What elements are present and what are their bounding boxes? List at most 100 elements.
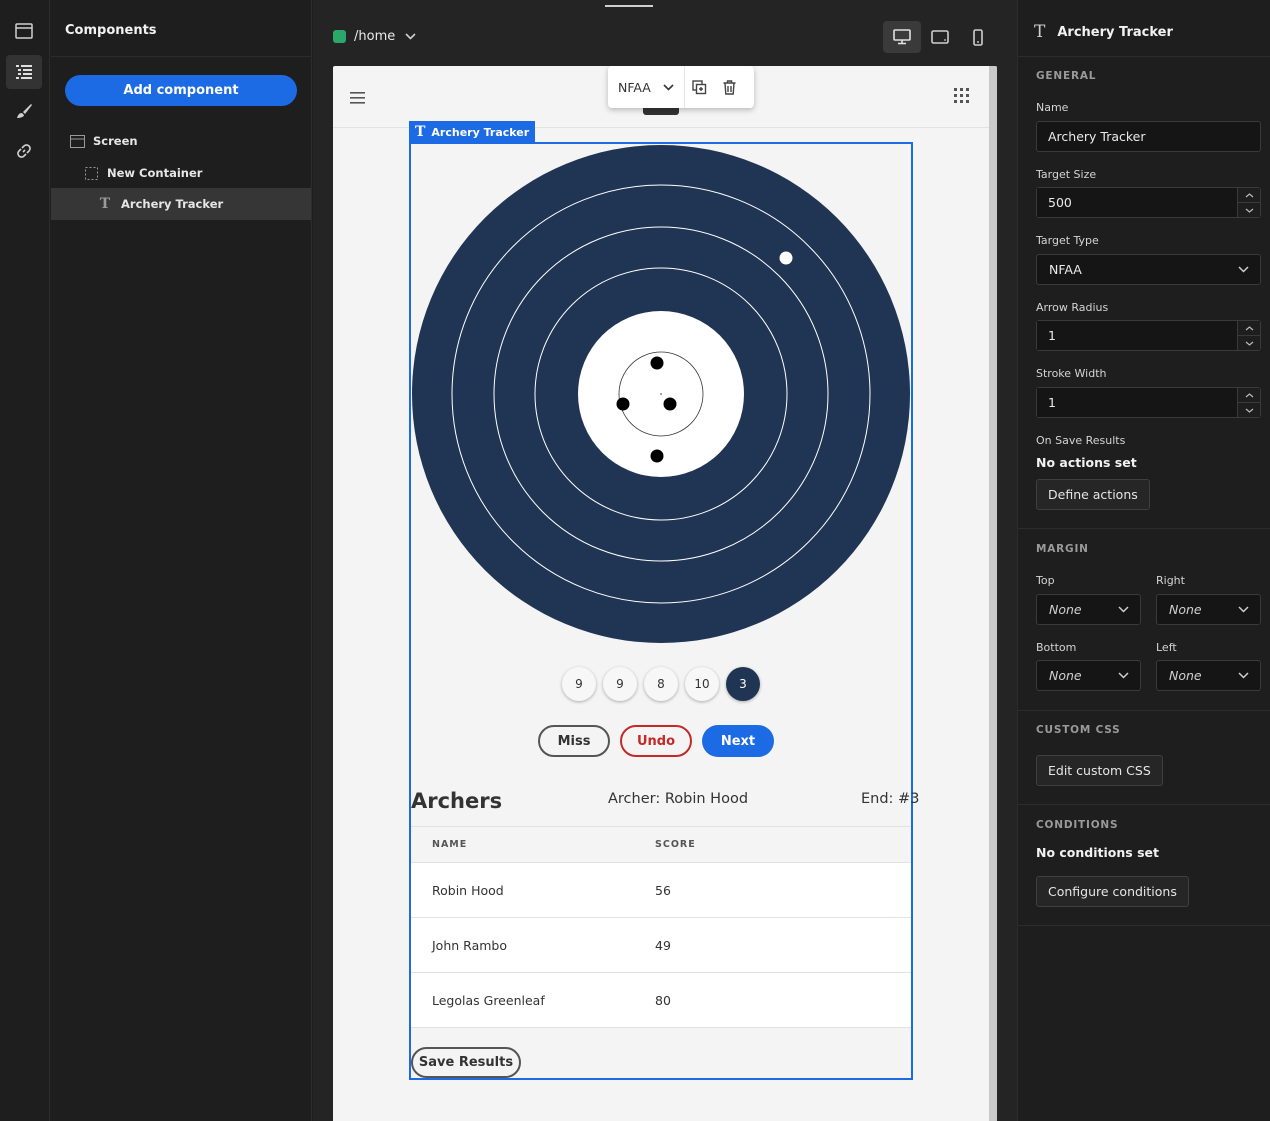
table-row[interactable]: Robin Hood 56 — [411, 863, 911, 918]
properties-title: T Archery Tracker — [1034, 22, 1173, 42]
no-conditions-note: No conditions set — [1036, 845, 1159, 860]
link-icon[interactable] — [6, 134, 42, 168]
target-type-quick-select[interactable]: NFAA — [608, 66, 685, 108]
edit-custom-css-button[interactable]: Edit custom CSS — [1036, 755, 1163, 786]
margin-left-label: Left — [1156, 641, 1177, 654]
selection-label-text: Archery Tracker — [431, 125, 530, 139]
brush-icon[interactable] — [6, 94, 42, 128]
score-chip-current[interactable]: 3 — [726, 667, 760, 701]
table-row[interactable]: John Rambo 49 — [411, 918, 911, 973]
archer-name: Robin Hood — [432, 882, 504, 898]
route-selector[interactable]: /home — [333, 29, 416, 44]
tree-item-archery-tracker[interactable]: T Archery Tracker — [51, 188, 311, 220]
divider — [1018, 804, 1270, 805]
score-chip[interactable]: 8 — [644, 667, 678, 701]
tree-item-screen[interactable]: Screen — [69, 125, 312, 157]
target-size-value[interactable]: 500 — [1037, 188, 1237, 217]
arrow-hit — [663, 397, 677, 411]
column-header-name[interactable]: NAME — [411, 839, 655, 850]
chevron-down-icon[interactable] — [1238, 202, 1260, 217]
undo-button[interactable]: Undo — [620, 725, 692, 757]
screens-icon[interactable] — [6, 14, 42, 48]
margin-bottom-select[interactable]: None — [1036, 660, 1141, 691]
quick-select-value: NFAA — [618, 79, 651, 95]
table-header: NAME SCORE — [411, 827, 911, 863]
mobile-icon[interactable] — [959, 21, 997, 53]
score-chip[interactable]: 9 — [603, 667, 637, 701]
hamburger-menu-icon[interactable] — [350, 89, 366, 108]
duplicate-icon[interactable] — [685, 79, 715, 95]
app-root: Components Add component Screen New Cont… — [0, 0, 1270, 1121]
archer-score: 56 — [655, 882, 671, 898]
archery-target[interactable] — [411, 144, 911, 644]
stepper-arrows — [1237, 188, 1260, 217]
chevron-up-icon[interactable] — [1238, 321, 1260, 335]
properties-panel: T Archery Tracker GENERAL Name Archery T… — [1017, 0, 1270, 1121]
arrow-radius-value[interactable]: 1 — [1037, 321, 1237, 350]
stepper-arrows — [1237, 321, 1260, 350]
score-chip[interactable]: 9 — [562, 667, 596, 701]
archer-score: 49 — [655, 937, 671, 953]
divider — [1018, 528, 1270, 529]
on-save-label: On Save Results — [1036, 434, 1126, 447]
tree-item-label: Archery Tracker — [121, 197, 224, 211]
archer-score: 80 — [655, 992, 671, 1008]
tree-item-new-container[interactable]: New Container — [83, 157, 312, 189]
apps-grid-icon[interactable] — [954, 88, 969, 107]
end-counter: End: #3 — [861, 791, 920, 807]
screen-icon — [69, 133, 85, 149]
target-type-label: Target Type — [1036, 234, 1099, 247]
stroke-width-label: Stroke Width — [1036, 367, 1107, 380]
stroke-width-value[interactable]: 1 — [1037, 388, 1237, 417]
chevron-down-icon — [1238, 606, 1249, 613]
selection-label: T Archery Tracker — [409, 121, 536, 143]
preview-scrollbar[interactable] — [989, 66, 997, 1121]
arrow-radius-stepper[interactable]: 1 — [1036, 320, 1261, 351]
configure-conditions-button[interactable]: Configure conditions — [1036, 876, 1189, 907]
margin-left-value: None — [1169, 668, 1202, 683]
properties-title-text: Archery Tracker — [1057, 24, 1173, 40]
target-center-dot — [660, 393, 662, 395]
score-chip[interactable]: 10 — [685, 667, 719, 701]
miss-button[interactable]: Miss — [538, 725, 610, 757]
define-actions-button[interactable]: Define actions — [1036, 479, 1150, 510]
target-size-stepper[interactable]: 500 — [1036, 187, 1261, 218]
trash-icon[interactable] — [715, 79, 745, 95]
section-heading-conditions: CONDITIONS — [1036, 819, 1119, 831]
end-scores: 9 9 8 10 3 — [562, 667, 767, 701]
drag-handle[interactable] — [643, 108, 679, 115]
chevron-down-icon[interactable] — [1238, 402, 1260, 417]
archers-heading: Archers — [411, 789, 503, 813]
add-component-button[interactable]: Add component — [65, 75, 297, 106]
margin-top-select[interactable]: None — [1036, 594, 1141, 625]
section-heading-custom-css: CUSTOM CSS — [1036, 724, 1121, 736]
chevron-down-icon — [405, 29, 416, 44]
desktop-icon[interactable] — [883, 21, 921, 53]
archers-table: NAME SCORE Robin Hood 56 John Rambo 49 L… — [411, 826, 911, 1028]
app-preview: NFAA T Archery Tracker 9 9 8 10 3 Miss U… — [333, 66, 997, 1121]
component-tree-icon[interactable] — [6, 55, 42, 89]
no-actions-note: No actions set — [1036, 455, 1137, 470]
save-results-button[interactable]: Save Results — [411, 1047, 521, 1078]
archer-name: Legolas Greenleaf — [432, 992, 545, 1008]
chevron-down-icon — [663, 83, 674, 91]
margin-left-select[interactable]: None — [1156, 660, 1261, 691]
tablet-icon[interactable] — [921, 21, 959, 53]
target-type-select[interactable]: NFAA — [1036, 254, 1261, 285]
chevron-down-icon — [1118, 606, 1129, 613]
divider — [1018, 710, 1270, 711]
margin-right-select[interactable]: None — [1156, 594, 1261, 625]
device-switcher — [883, 21, 997, 53]
chevron-up-icon[interactable] — [1238, 388, 1260, 402]
top-indicator — [605, 5, 653, 7]
stroke-width-stepper[interactable]: 1 — [1036, 387, 1261, 418]
table-row[interactable]: Legolas Greenleaf 80 — [411, 973, 911, 1028]
chevron-up-icon[interactable] — [1238, 188, 1260, 202]
next-button[interactable]: Next — [702, 725, 774, 757]
icon-rail — [0, 0, 50, 1121]
column-header-score[interactable]: SCORE — [655, 839, 855, 850]
section-heading-margin: MARGIN — [1036, 543, 1089, 555]
name-input[interactable]: Archery Tracker — [1036, 121, 1261, 152]
chevron-down-icon[interactable] — [1238, 335, 1260, 350]
archer-name: John Rambo — [432, 937, 507, 953]
